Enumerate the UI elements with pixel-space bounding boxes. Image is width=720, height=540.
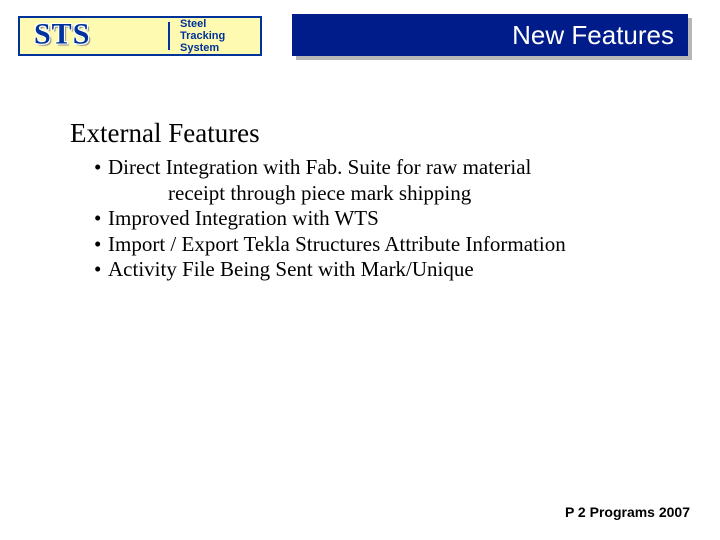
list-item: Import / Export Tekla Structures Attribu… [94, 232, 660, 258]
bullet-text: Improved Integration with WTS [108, 206, 379, 230]
bullet-text: Activity File Being Sent with Mark/Uniqu… [108, 257, 474, 281]
slide-title: New Features [512, 20, 674, 51]
logo-divider [168, 22, 170, 50]
logo-abbr: STS [34, 18, 90, 52]
header: STS Steel Tracking System New Features [18, 14, 690, 66]
footer-text: P 2 Programs 2007 [565, 504, 690, 520]
list-item: Activity File Being Sent with Mark/Uniqu… [94, 257, 660, 283]
list-item: Improved Integration with WTS [94, 206, 660, 232]
logo-subtitle: Steel Tracking System [180, 18, 225, 54]
content-area: External Features Direct Integration wit… [70, 118, 660, 283]
logo-badge: STS Steel Tracking System [18, 16, 262, 56]
title-bar: New Features [292, 14, 688, 56]
section-heading: External Features [70, 118, 660, 149]
bullet-list: Direct Integration with Fab. Suite for r… [70, 155, 660, 283]
list-item: Direct Integration with Fab. Suite for r… [94, 155, 660, 206]
bullet-text-cont: receipt through piece mark shipping [108, 181, 660, 207]
bullet-text: Import / Export Tekla Structures Attribu… [108, 232, 566, 256]
bullet-text: Direct Integration with Fab. Suite for r… [108, 155, 531, 179]
